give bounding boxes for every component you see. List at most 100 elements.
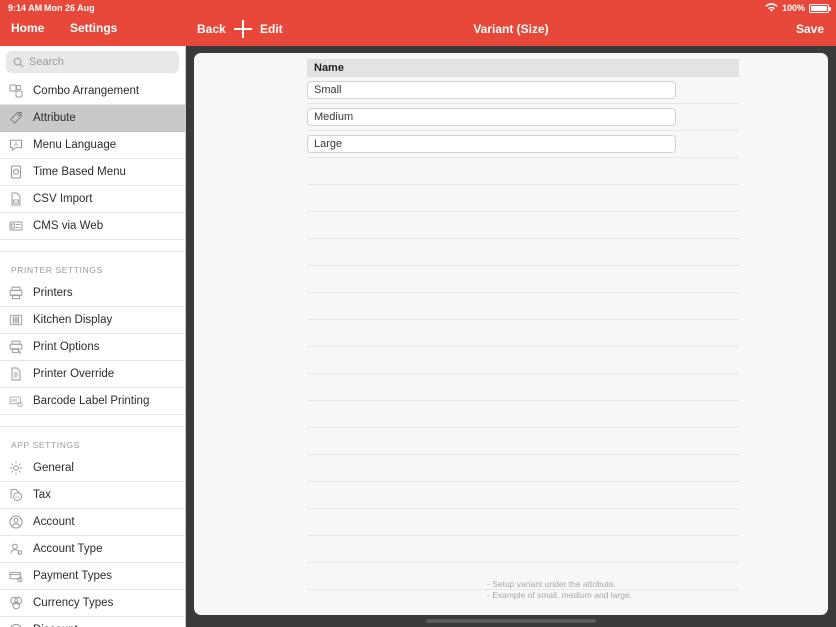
- toolbar-title: Variant (Size): [473, 22, 549, 36]
- sidebar-item-general[interactable]: General: [0, 455, 185, 482]
- left-nav-header: Home Settings: [0, 16, 186, 46]
- sidebar-item-print-options[interactable]: Print Options: [0, 334, 185, 361]
- currency-icon: [10, 596, 23, 610]
- table-row-empty: [307, 428, 739, 455]
- sidebar-item-label: Kitchen Display: [33, 314, 113, 326]
- empty-rows-container: [307, 158, 739, 590]
- sidebar-item-label: Print Options: [33, 341, 100, 353]
- variant-table: Name: [307, 59, 739, 590]
- save-button[interactable]: Save: [796, 22, 824, 36]
- table-row-empty: [307, 347, 739, 374]
- table-row-empty: [307, 455, 739, 482]
- sidebar-item-account[interactable]: Account: [0, 509, 185, 536]
- wifi-icon: [765, 3, 778, 12]
- table-row-empty: [307, 482, 739, 509]
- document-icon: [11, 367, 21, 381]
- hint-line: - Example of small, medium and large.: [487, 590, 633, 600]
- home-button[interactable]: Home: [11, 21, 44, 35]
- language-bubble-icon: A: [10, 139, 22, 151]
- sidebar-item-combo-arrangement[interactable]: Combo Arrangement: [0, 78, 185, 105]
- variant-name-input[interactable]: [307, 81, 676, 99]
- battery-percent: 100%: [781, 3, 805, 13]
- sidebar-item-printers[interactable]: Printers: [0, 280, 185, 307]
- content-screen: Name - Setup variant under the attribute…: [194, 53, 828, 615]
- sidebar-item-label: Printer Override: [33, 368, 115, 380]
- battery-full-icon: [809, 3, 831, 13]
- sidebar-item-time-based-menu[interactable]: Time Based Menu: [0, 159, 185, 186]
- table-row-empty: [307, 536, 739, 563]
- status-time: 9:14 AM: [8, 3, 43, 13]
- section-header-app-settings: APP SETTINGS: [0, 427, 185, 455]
- sidebar-item-account-type[interactable]: Account Type: [0, 536, 185, 563]
- sidebar-item-label: Time Based Menu: [33, 166, 126, 178]
- sidebar-item-label: General: [33, 462, 74, 474]
- gear-icon: [9, 461, 23, 475]
- svg-text:%: %: [16, 494, 20, 499]
- table-row-empty: [307, 293, 739, 320]
- sidebar-item-label: Combo Arrangement: [33, 85, 140, 97]
- table-row-empty: [307, 158, 739, 185]
- sidebar-item-menu-language[interactable]: A Menu Language: [0, 132, 185, 159]
- sidebar-item-label: Printers: [33, 287, 73, 299]
- section-divider: [0, 415, 185, 427]
- sidebar-item-currency-types[interactable]: Currency Types: [0, 590, 185, 617]
- table-row-empty: [307, 266, 739, 293]
- barcode-label-icon: [9, 396, 23, 408]
- sidebar-item-attribute[interactable]: Attribute: [0, 105, 185, 132]
- sidebar-item-label: Attribute: [33, 112, 76, 124]
- sidebar-item-label: Account: [33, 516, 75, 528]
- table-row[interactable]: [307, 104, 739, 131]
- sidebar-item-csv-import[interactable]: CSV Import: [0, 186, 185, 213]
- variant-name-input[interactable]: [307, 108, 676, 126]
- app-root: 9:14 AM Mon 26 Aug 100% Home Settings Ba…: [0, 0, 836, 627]
- table-row-empty: [307, 185, 739, 212]
- sidebar: Search Combo Arrangement Attribute A Men…: [0, 46, 186, 627]
- page-title: Settings: [70, 21, 118, 35]
- print-options-icon: [9, 340, 23, 354]
- section-divider: [0, 240, 185, 252]
- sidebar-item-label: Tax: [33, 489, 51, 501]
- sidebar-item-discount[interactable]: Discount: [0, 617, 185, 627]
- table-row-empty: [307, 401, 739, 428]
- search-placeholder: Search: [29, 56, 64, 68]
- sidebar-item-label: CSV Import: [33, 193, 93, 205]
- sidebar-item-label: Currency Types: [33, 597, 114, 609]
- table-row-empty: [307, 212, 739, 239]
- sidebar-item-printer-override[interactable]: Printer Override: [0, 361, 185, 388]
- hint-text: - Setup variant under the attribute. - E…: [487, 579, 632, 601]
- kitchen-display-icon: [9, 314, 23, 326]
- sidebar-item-cms-via-web[interactable]: CMS via Web: [0, 213, 185, 240]
- search-container: Search: [0, 46, 185, 78]
- tag-icon: [10, 112, 22, 124]
- device-bezel: Name - Setup variant under the attribute…: [186, 46, 836, 627]
- sidebar-menu-list: Combo Arrangement Attribute A Menu Langu…: [0, 78, 185, 627]
- sidebar-item-tax[interactable]: % Tax: [0, 482, 185, 509]
- sidebar-item-barcode-label-printing[interactable]: Barcode Label Printing: [0, 388, 185, 415]
- combo-arrangement-icon: [9, 84, 23, 98]
- svg-text:$: $: [19, 578, 21, 582]
- csv-file-icon: [11, 192, 21, 206]
- payment-card-icon: $: [9, 571, 23, 583]
- tax-icon: %: [10, 488, 23, 502]
- table-row-empty: [307, 320, 739, 347]
- discount-percent-icon: [10, 623, 22, 627]
- printer-icon: [9, 286, 23, 300]
- section-header-printer-settings: PRINTER SETTINGS: [0, 252, 185, 280]
- sidebar-item-label: Account Type: [33, 543, 103, 555]
- table-row-empty: [307, 239, 739, 266]
- sidebar-item-label: CMS via Web: [33, 220, 104, 232]
- sidebar-item-label: Barcode Label Printing: [33, 395, 150, 407]
- home-indicator[interactable]: [426, 619, 596, 623]
- status-date: Mon 26 Aug: [44, 3, 95, 13]
- sidebar-item-payment-types[interactable]: $ Payment Types: [0, 563, 185, 590]
- table-row[interactable]: [307, 131, 739, 158]
- sidebar-item-label: Menu Language: [33, 139, 117, 151]
- sidebar-item-kitchen-display[interactable]: Kitchen Display: [0, 307, 185, 334]
- status-right-cluster: 100%: [765, 0, 831, 16]
- column-header-name: Name: [307, 59, 739, 77]
- account-circle-icon: [9, 515, 23, 529]
- hint-line: - Setup variant under the attribute.: [487, 579, 616, 589]
- table-row[interactable]: [307, 77, 739, 104]
- variant-name-input[interactable]: [307, 135, 676, 153]
- search-input[interactable]: Search: [6, 51, 179, 73]
